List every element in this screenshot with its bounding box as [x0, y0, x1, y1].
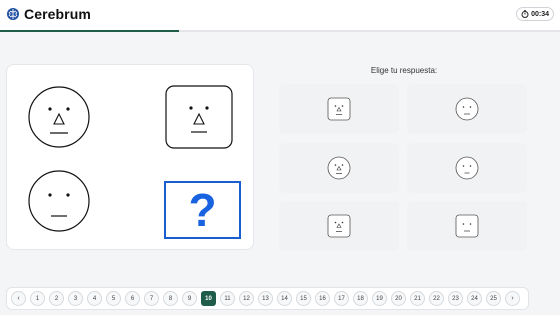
- page-button-21[interactable]: 21: [410, 291, 425, 306]
- question-mark: ?: [188, 184, 217, 236]
- page-button-17[interactable]: 17: [334, 291, 349, 306]
- page-button-22[interactable]: 22: [429, 291, 444, 306]
- page-button-4[interactable]: 4: [87, 291, 102, 306]
- page-button-3[interactable]: 3: [68, 291, 83, 306]
- answer-option-3[interactable]: [279, 143, 399, 193]
- square-face-triangle-nose-figure: [165, 85, 233, 149]
- page-button-24[interactable]: 24: [467, 291, 482, 306]
- answer-option-2[interactable]: [407, 84, 527, 134]
- next-page-button[interactable]: ›: [505, 291, 520, 306]
- circle-face-triangle-nose-option-icon: [327, 156, 351, 180]
- circle-face-no-nose-figure: [28, 170, 90, 232]
- page-button-19[interactable]: 19: [372, 291, 387, 306]
- brain-logo-icon: [7, 8, 19, 20]
- app-header: Cerebrum 00:34: [0, 0, 560, 31]
- page-button-10[interactable]: 10: [201, 291, 216, 306]
- circle-face-triangle-nose-figure: [28, 86, 90, 148]
- page-button-15[interactable]: 15: [296, 291, 311, 306]
- timer-text: 00:34: [531, 10, 549, 18]
- square-face-triangle-nose-option-icon: [327, 97, 351, 121]
- page-button-6[interactable]: 6: [125, 291, 140, 306]
- answer-option-4[interactable]: [407, 143, 527, 193]
- answers-title: Elige tu respuesta:: [370, 66, 438, 75]
- page-button-7[interactable]: 7: [144, 291, 159, 306]
- page-button-9[interactable]: 9: [182, 291, 197, 306]
- brand[interactable]: Cerebrum: [6, 6, 91, 22]
- page-button-1[interactable]: 1: [30, 291, 45, 306]
- page-button-11[interactable]: 11: [220, 291, 235, 306]
- page-button-25[interactable]: 25: [486, 291, 501, 306]
- square-face-no-nose-option-icon: [455, 214, 479, 238]
- answer-option-1[interactable]: [279, 84, 399, 134]
- page-button-16[interactable]: 16: [315, 291, 330, 306]
- square-face-triangle-nose-alt-option-icon: [327, 214, 351, 238]
- page-button-14[interactable]: 14: [277, 291, 292, 306]
- answer-option-5[interactable]: [279, 201, 399, 251]
- progress-bar: [0, 30, 560, 32]
- puzzle-panel: ?: [6, 64, 254, 250]
- stopwatch-icon: [521, 10, 529, 18]
- page-button-5[interactable]: 5: [106, 291, 121, 306]
- circle-face-no-nose-option-icon: [455, 97, 479, 121]
- answer-option-6[interactable]: [407, 201, 527, 251]
- question-pagination: ‹ 1 2 3 4 5 6 7 8 9 10 11 12 13 14 15 16 17 18 19 20 21 22 23 2…: [6, 287, 529, 310]
- page-button-23[interactable]: 23: [448, 291, 463, 306]
- progress-fill: [0, 30, 180, 32]
- missing-figure-slot: ?: [164, 181, 241, 239]
- page-button-20[interactable]: 20: [391, 291, 406, 306]
- page-button-2[interactable]: 2: [49, 291, 64, 306]
- app-name: Cerebrum: [24, 6, 91, 22]
- page-button-13[interactable]: 13: [258, 291, 273, 306]
- circle-face-no-nose-alt-option-icon: [455, 156, 479, 180]
- timer-badge: 00:34: [516, 7, 554, 21]
- page-button-18[interactable]: 18: [353, 291, 368, 306]
- prev-page-button[interactable]: ‹: [11, 291, 26, 306]
- page-button-12[interactable]: 12: [239, 291, 254, 306]
- page-button-8[interactable]: 8: [163, 291, 178, 306]
